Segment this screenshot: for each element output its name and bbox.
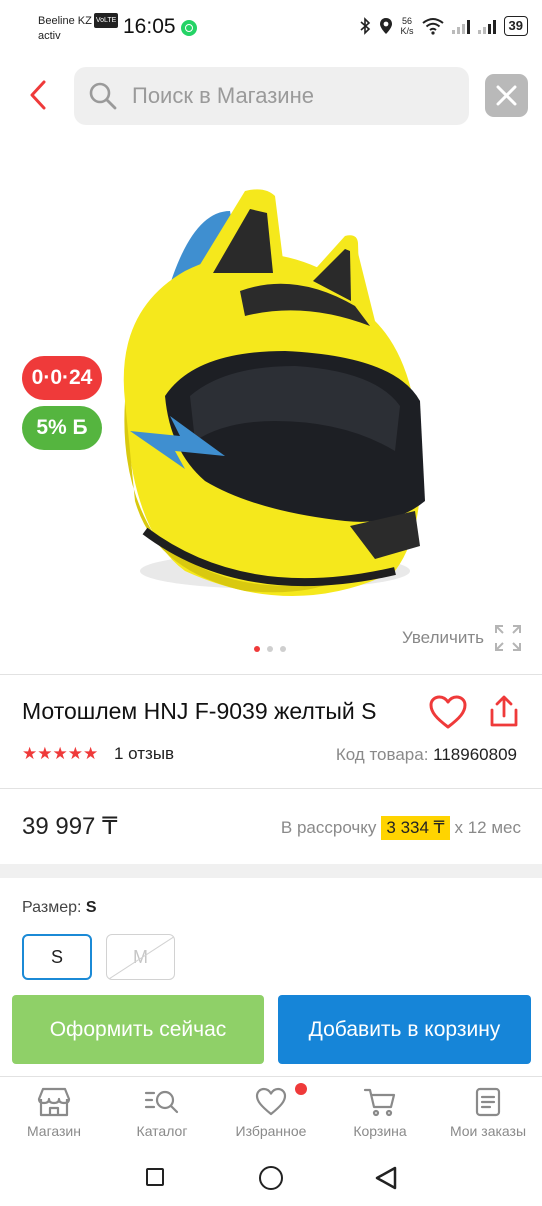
close-button[interactable] xyxy=(485,74,528,117)
orders-icon xyxy=(475,1087,501,1117)
chevron-left-icon xyxy=(30,80,46,110)
size-option-s[interactable]: S xyxy=(22,934,92,980)
size-label-text: Размер: xyxy=(22,899,82,916)
pagination-dot[interactable] xyxy=(280,646,286,652)
installment-amount: 3 334 ₸ xyxy=(381,816,450,840)
section-separator xyxy=(0,864,542,878)
tab-catalog-label: Каталог xyxy=(136,1123,188,1139)
whatsapp-icon xyxy=(181,20,197,36)
heart-outline-icon xyxy=(429,695,467,729)
heart-icon xyxy=(255,1087,287,1116)
store-icon xyxy=(37,1087,71,1117)
installment-info[interactable]: В рассрочку 3 334 ₸ х 12 мес xyxy=(281,816,521,840)
volte-badge: VoLTE xyxy=(93,13,119,28)
home-button[interactable] xyxy=(259,1166,283,1190)
speed-unit: K/s xyxy=(400,26,414,36)
tab-favorites[interactable]: Избранное xyxy=(217,1087,325,1139)
bottom-tab-bar: Магазин Каталог Избранное Корзина Мои за… xyxy=(0,1076,542,1148)
share-icon xyxy=(490,695,518,727)
product-code: Код товара: 118960809 xyxy=(336,745,517,765)
divider xyxy=(0,674,542,675)
size-selected-value: S xyxy=(85,899,97,916)
size-option-m-unavailable[interactable]: M xyxy=(106,934,175,980)
recent-apps-button[interactable] xyxy=(146,1168,164,1186)
product-title: Мотошлем HNJ F-9039 желтый S xyxy=(22,698,377,724)
wifi-icon xyxy=(421,18,444,35)
tab-store[interactable]: Магазин xyxy=(0,1087,108,1139)
zoom-button[interactable]: Увеличить xyxy=(402,624,522,652)
share-button[interactable] xyxy=(486,694,522,730)
top-header xyxy=(0,66,542,126)
carrier-info: Beeline KZ VoLTE activ xyxy=(38,13,119,44)
installment-prefix: В рассрочку xyxy=(280,818,377,837)
catalog-search-icon xyxy=(144,1090,179,1114)
tab-cart-label: Корзина xyxy=(353,1123,407,1139)
search-input[interactable] xyxy=(132,67,452,125)
status-bar: Beeline KZ VoLTE activ 16:05 56 K/s 39 xyxy=(0,0,542,56)
signal-sim1-icon xyxy=(451,18,470,34)
installment-suffix: х 12 мес xyxy=(454,818,522,837)
system-navigation-bar xyxy=(0,1150,542,1206)
product-code-value: 118960809 xyxy=(433,745,517,764)
close-icon xyxy=(496,85,517,106)
expand-icon xyxy=(495,625,521,651)
signal-sim2-icon xyxy=(477,18,496,34)
pagination-dot[interactable] xyxy=(267,646,273,652)
buy-now-button[interactable]: Оформить сейчас xyxy=(12,995,264,1064)
location-icon xyxy=(379,18,392,34)
speed-value: 56 xyxy=(402,16,413,26)
tab-store-label: Магазин xyxy=(26,1123,81,1139)
product-gallery[interactable]: 0·0·24 5% Б Увеличить xyxy=(0,126,542,674)
favorites-notification-dot xyxy=(295,1083,307,1095)
tab-cart[interactable]: Корзина xyxy=(326,1087,434,1139)
size-label: Размер: S xyxy=(22,899,97,917)
search-bar[interactable] xyxy=(74,67,469,125)
rating-stars: ★★★★★ xyxy=(22,744,98,764)
add-to-cart-button[interactable]: Добавить в корзину xyxy=(278,995,531,1064)
product-code-label: Код товара: xyxy=(335,745,429,764)
reviews-link[interactable]: 1 отзыв xyxy=(114,744,174,764)
battery-indicator: 39 xyxy=(503,16,528,36)
star-icon: ★★★★★ xyxy=(22,744,99,763)
tab-catalog[interactable]: Каталог xyxy=(108,1087,216,1139)
status-icons: 56 K/s 39 xyxy=(359,16,528,36)
tab-favorites-label: Избранное xyxy=(235,1123,307,1139)
timer-badge: 0·0·24 xyxy=(22,356,102,400)
divider xyxy=(0,788,542,789)
network-speed: 56 K/s xyxy=(401,16,414,36)
tab-orders[interactable]: Мои заказы xyxy=(434,1087,542,1139)
system-back-button[interactable] xyxy=(374,1165,398,1191)
gallery-pagination xyxy=(254,646,286,652)
clock: 16:05 xyxy=(123,15,176,38)
carrier-secondary: activ xyxy=(38,30,61,42)
search-icon xyxy=(89,82,117,110)
back-button[interactable] xyxy=(24,78,54,112)
tab-orders-label: Мои заказы xyxy=(449,1123,527,1139)
product-price: 39 997 ₸ xyxy=(22,813,118,840)
bonus-badge: 5% Б xyxy=(22,406,102,450)
carrier-name: Beeline KZ xyxy=(38,15,92,27)
cart-icon xyxy=(363,1088,396,1117)
pagination-dot[interactable] xyxy=(254,646,260,652)
favorite-button[interactable] xyxy=(428,694,468,730)
zoom-label: Увеличить xyxy=(402,628,484,647)
product-image[interactable] xyxy=(95,151,455,621)
bluetooth-icon xyxy=(359,17,370,35)
